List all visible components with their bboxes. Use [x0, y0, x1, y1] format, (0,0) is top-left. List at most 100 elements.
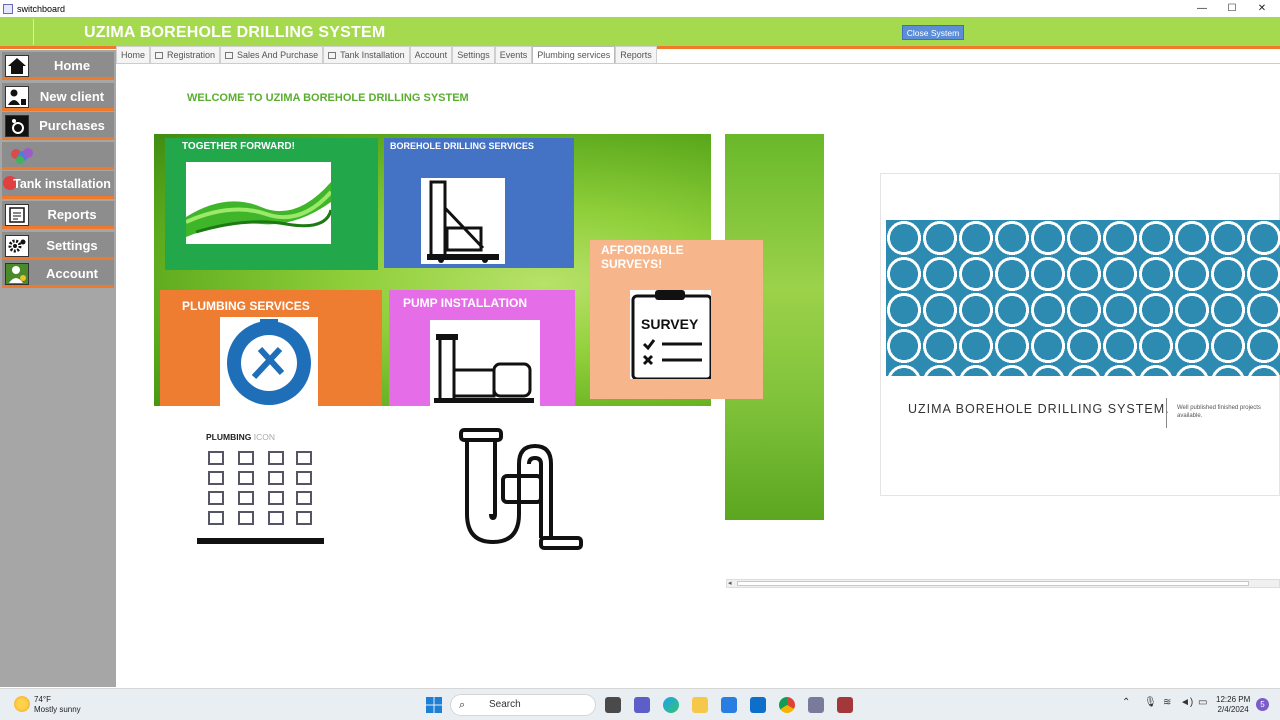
notification-badge[interactable]: 5: [1256, 698, 1269, 711]
tab-sales-and-purchase[interactable]: Sales And Purchase: [220, 46, 324, 64]
windows-start-icon[interactable]: [426, 697, 442, 713]
header-logo-box: [2, 19, 34, 45]
welcome-heading: WELCOME TO UZIMA BOREHOLE DRILLING SYSTE…: [187, 92, 469, 104]
plumbing-logo-image: [220, 317, 318, 406]
form-icon: [225, 52, 234, 59]
tile-title: PUMP INSTALLATION: [403, 296, 527, 310]
pump-icon: [430, 320, 540, 406]
sidebar-item-label: New client: [39, 89, 105, 104]
tab-label: Home: [121, 50, 146, 60]
icon-set-title-light: ICON: [253, 432, 275, 442]
horizontal-scrollbar[interactable]: ◂: [726, 579, 1280, 588]
tab-account[interactable]: Account: [409, 46, 453, 64]
tab-label: Settings: [457, 50, 490, 60]
sidebar-item-home[interactable]: Home: [2, 52, 114, 80]
tray-chevron-icon[interactable]: ⌃: [1122, 697, 1130, 708]
chrome-icon[interactable]: [779, 697, 795, 713]
tab-label: Tank Installation: [340, 50, 405, 60]
plumbing-icon-set-image: PLUMBING ICON: [197, 430, 324, 544]
sidebar-item-purchases[interactable]: Purchases: [2, 112, 114, 140]
tab-registration[interactable]: Registration: [150, 46, 221, 64]
survey-clipboard-icon: SURVEY: [630, 290, 713, 381]
tab-label: Account: [414, 50, 448, 60]
tab-label: Plumbing services: [537, 50, 611, 60]
close-system-button[interactable]: Close System: [902, 25, 964, 40]
task-view-icon[interactable]: [605, 697, 621, 713]
pump-installation-tile: PUMP INSTALLATION: [389, 290, 575, 406]
tab-plumbing-services[interactable]: Plumbing services: [532, 46, 616, 64]
tab-tank-installation[interactable]: Tank Installation: [323, 46, 410, 64]
clock-time: 12:26 PM: [1216, 695, 1251, 704]
sidebar-item-tank-installation[interactable]: Tank installation: [2, 171, 114, 199]
slide-divider: [1166, 398, 1167, 428]
clock-date: 2/4/2024: [1217, 705, 1249, 714]
tab-reports[interactable]: Reports: [615, 46, 657, 64]
weather-desc: Mostly sunny: [34, 705, 81, 714]
sidebar-item-settings[interactable]: Settings: [2, 232, 114, 260]
teams-icon[interactable]: [634, 697, 650, 713]
person-icon: [5, 86, 29, 108]
together-forward-tile: TOGETHER FORWARD!: [165, 138, 378, 270]
tile-title: PLUMBING SERVICES: [182, 299, 310, 313]
weather-temp: 74°F: [34, 695, 51, 704]
scroll-left-arrow-icon[interactable]: ◂: [728, 579, 732, 587]
store-icon[interactable]: [721, 697, 737, 713]
sidebar-item-label: Tank installation: [13, 177, 111, 191]
icon-set-title: PLUMBING ICON: [206, 432, 275, 442]
volume-icon[interactable]: ◄): [1180, 697, 1193, 708]
drilling-rig-icon: [421, 178, 505, 264]
form-icon: [155, 52, 164, 59]
app-icon: [3, 3, 13, 14]
file-explorer-icon[interactable]: [692, 697, 708, 713]
sidebar-item-reports[interactable]: Reports: [2, 201, 114, 229]
pipe-trap-icon: [455, 428, 587, 554]
sidebar-item-account[interactable]: Account: [2, 260, 114, 288]
sidebar-item-coins[interactable]: [2, 142, 114, 170]
search-label: Search: [489, 699, 521, 710]
close-window-button[interactable]: ✕: [1246, 0, 1278, 17]
tab-label: Registration: [167, 50, 216, 60]
slide-subtitle: Well published finished projects availab…: [1177, 405, 1261, 419]
scrollbar-thumb[interactable]: [737, 581, 1249, 586]
app-window-icon[interactable]: [808, 697, 824, 713]
tab-label: Events: [499, 50, 528, 60]
plumbing-services-tile: PLUMBING SERVICES: [160, 290, 382, 406]
search-icon: ⌕: [459, 699, 466, 711]
tab-events[interactable]: Events: [494, 46, 533, 64]
icon-set-footer-bar: [197, 538, 324, 544]
tab-label: Reports: [620, 50, 652, 60]
edge-icon[interactable]: [663, 697, 679, 713]
affordable-surveys-tile: AFFORDABLE SURVEYS! SURVEY: [590, 240, 763, 399]
gear-icon: [5, 235, 29, 257]
taskbar-search[interactable]: ⌕ Search: [450, 694, 596, 716]
report-icon: [5, 204, 29, 226]
taskbar-clock[interactable]: 12:26 PM 2/4/2024: [1216, 695, 1250, 715]
house-icon: [5, 55, 29, 77]
app-title: UZIMA BOREHOLE DRILLING SYSTEM: [84, 24, 386, 41]
coins-icon: [8, 145, 33, 167]
window-titlebar: switchboard — ☐ ✕: [0, 0, 1280, 17]
cart-icon: [5, 115, 29, 137]
weather-sun-icon[interactable]: [14, 696, 30, 712]
tile-title: TOGETHER FORWARD!: [182, 141, 295, 152]
green-wave-image: [185, 162, 333, 244]
tab-settings[interactable]: Settings: [452, 46, 495, 64]
tab-home[interactable]: Home: [116, 46, 151, 64]
minimize-button[interactable]: —: [1186, 0, 1218, 17]
maximize-button[interactable]: ☐: [1216, 0, 1248, 17]
sidebar: Home New client Purchases Tank installat…: [0, 50, 116, 687]
icon-set-title-bold: PLUMBING: [206, 432, 252, 442]
window-title: switchboard: [17, 3, 66, 14]
weather-widget[interactable]: 74°F Mostly sunny: [34, 695, 81, 715]
vscode-icon[interactable]: [750, 697, 766, 713]
slide-title: UZIMA BOREHOLE DRILLING SYSTEM.: [908, 402, 1170, 416]
tile-title: BOREHOLE DRILLING SERVICES: [390, 141, 534, 151]
sidebar-item-new-client[interactable]: New client: [2, 83, 114, 111]
wifi-icon[interactable]: ≋: [1163, 697, 1171, 708]
sidebar-item-label: Purchases: [39, 118, 105, 133]
tile-title: AFFORDABLE SURVEYS!: [601, 243, 684, 271]
app-header: UZIMA BOREHOLE DRILLING SYSTEM Close Sys…: [0, 17, 1280, 49]
microphone-icon[interactable]: 🎙: [1144, 697, 1157, 708]
battery-icon[interactable]: ▭: [1198, 697, 1207, 708]
access-icon[interactable]: [837, 697, 853, 713]
